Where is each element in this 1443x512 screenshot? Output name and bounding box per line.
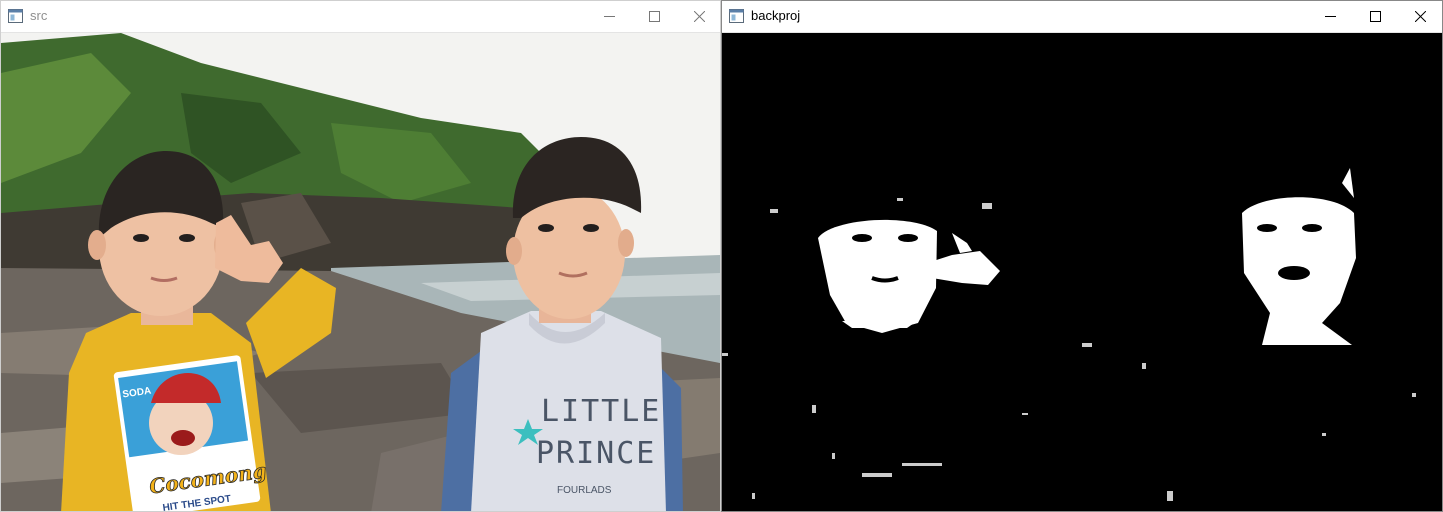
backproj-window[interactable]: backproj	[721, 0, 1443, 512]
minimize-icon	[1325, 16, 1336, 17]
close-icon	[694, 11, 705, 22]
photo-two-children: SODA Cocomong HIT THE SPOT LITTLE PRINCE…	[1, 33, 720, 511]
app-window-icon	[729, 9, 744, 23]
app-window-icon	[8, 9, 23, 23]
shirt-right-line2: PRINCE	[536, 436, 656, 471]
backproj-titlebar[interactable]: backproj	[722, 1, 1442, 33]
backproj-image-area	[722, 33, 1442, 511]
maximize-icon	[649, 11, 660, 22]
shirt-right-line3: FOURLADS	[557, 485, 612, 496]
shirt-right-line1: LITTLE	[541, 394, 661, 429]
backproj-maximize-button[interactable]	[1353, 1, 1398, 32]
backprojection-mask	[722, 33, 1442, 511]
src-window-title: src	[30, 8, 48, 23]
src-titlebar[interactable]: src	[1, 1, 720, 33]
src-image-area: SODA Cocomong HIT THE SPOT LITTLE PRINCE…	[1, 33, 720, 511]
backproj-close-button[interactable]	[1398, 1, 1442, 32]
minimize-icon	[604, 16, 615, 17]
backproj-window-title: backproj	[751, 8, 801, 23]
src-close-button[interactable]	[677, 1, 720, 32]
src-minimize-button[interactable]	[587, 1, 632, 32]
src-maximize-button[interactable]	[632, 1, 677, 32]
close-icon	[1415, 11, 1426, 22]
backproj-minimize-button[interactable]	[1308, 1, 1353, 32]
src-window[interactable]: src SODA Cocomong HIT THE SPOT LITTLE PR…	[0, 0, 721, 512]
maximize-icon	[1370, 11, 1381, 22]
